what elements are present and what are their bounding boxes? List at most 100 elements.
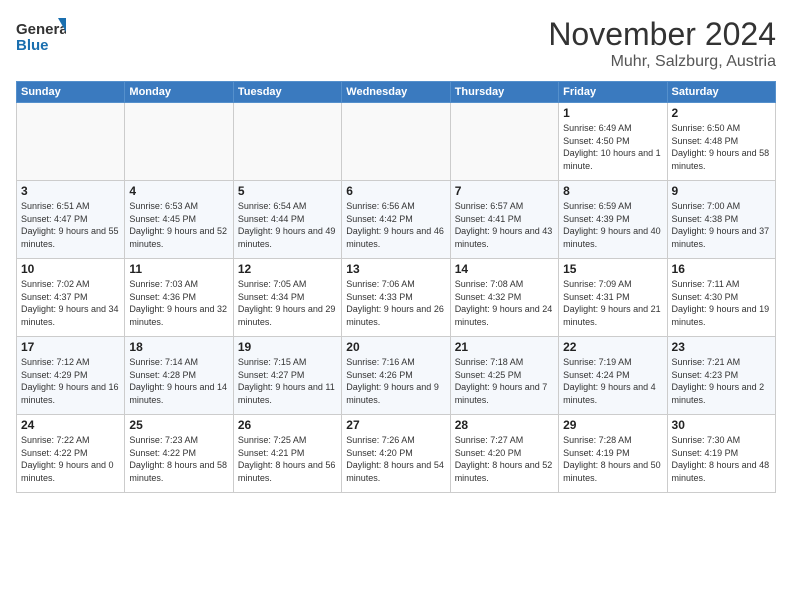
calendar-cell: 13 Sunrise: 7:06 AM Sunset: 4:33 PM Dayli…	[342, 259, 450, 337]
day-number: 26	[238, 418, 337, 432]
day-number: 14	[455, 262, 554, 276]
day-info: Sunrise: 6:49 AM Sunset: 4:50 PM Dayligh…	[563, 122, 662, 172]
day-number: 11	[129, 262, 228, 276]
day-number: 1	[563, 106, 662, 120]
day-number: 20	[346, 340, 445, 354]
calendar-cell: 21 Sunrise: 7:18 AM Sunset: 4:25 PM Dayli…	[450, 337, 558, 415]
calendar-cell: 16 Sunrise: 7:11 AM Sunset: 4:30 PM Dayli…	[667, 259, 775, 337]
day-info: Sunrise: 7:14 AM Sunset: 4:28 PM Dayligh…	[129, 356, 228, 406]
weekday-header-tuesday: Tuesday	[233, 82, 341, 103]
calendar-cell: 15 Sunrise: 7:09 AM Sunset: 4:31 PM Dayli…	[559, 259, 667, 337]
day-number: 24	[21, 418, 120, 432]
day-number: 30	[672, 418, 771, 432]
day-info: Sunrise: 6:56 AM Sunset: 4:42 PM Dayligh…	[346, 200, 445, 250]
day-info: Sunrise: 7:05 AM Sunset: 4:34 PM Dayligh…	[238, 278, 337, 328]
day-number: 21	[455, 340, 554, 354]
calendar-cell	[342, 103, 450, 181]
day-info: Sunrise: 7:27 AM Sunset: 4:20 PM Dayligh…	[455, 434, 554, 484]
calendar-cell: 19 Sunrise: 7:15 AM Sunset: 4:27 PM Dayli…	[233, 337, 341, 415]
day-info: Sunrise: 7:25 AM Sunset: 4:21 PM Dayligh…	[238, 434, 337, 484]
calendar-cell: 4 Sunrise: 6:53 AM Sunset: 4:45 PM Daylig…	[125, 181, 233, 259]
day-number: 17	[21, 340, 120, 354]
day-number: 8	[563, 184, 662, 198]
calendar-table: SundayMondayTuesdayWednesdayThursdayFrid…	[16, 81, 776, 493]
calendar-cell	[17, 103, 125, 181]
day-info: Sunrise: 7:22 AM Sunset: 4:22 PM Dayligh…	[21, 434, 120, 484]
day-info: Sunrise: 7:11 AM Sunset: 4:30 PM Dayligh…	[672, 278, 771, 328]
calendar-cell: 18 Sunrise: 7:14 AM Sunset: 4:28 PM Dayli…	[125, 337, 233, 415]
calendar-cell	[233, 103, 341, 181]
day-info: Sunrise: 7:21 AM Sunset: 4:23 PM Dayligh…	[672, 356, 771, 406]
calendar-cell: 30 Sunrise: 7:30 AM Sunset: 4:19 PM Dayli…	[667, 415, 775, 493]
calendar-week-2: 3Sunrise: 6:51 AM Sunset: 4:47 PM Daylig…	[17, 181, 776, 259]
calendar-cell: 1 Sunrise: 6:49 AM Sunset: 4:50 PM Daylig…	[559, 103, 667, 181]
day-info: Sunrise: 7:06 AM Sunset: 4:33 PM Dayligh…	[346, 278, 445, 328]
day-number: 12	[238, 262, 337, 276]
location-subtitle: Muhr, Salzburg, Austria	[548, 53, 776, 71]
weekday-header-row: SundayMondayTuesdayWednesdayThursdayFrid…	[17, 82, 776, 103]
calendar-cell: 10Sunrise: 7:02 AM Sunset: 4:37 PM Dayli…	[17, 259, 125, 337]
calendar-cell: 22Sunrise: 7:19 AM Sunset: 4:24 PM Dayli…	[559, 337, 667, 415]
day-number: 6	[346, 184, 445, 198]
day-number: 25	[129, 418, 228, 432]
day-number: 28	[455, 418, 554, 432]
day-info: Sunrise: 7:28 AM Sunset: 4:19 PM Dayligh…	[563, 434, 662, 484]
day-info: Sunrise: 7:19 AM Sunset: 4:24 PM Dayligh…	[563, 356, 662, 406]
day-number: 15	[563, 262, 662, 276]
calendar-cell	[450, 103, 558, 181]
calendar-week-4: 17Sunrise: 7:12 AM Sunset: 4:29 PM Dayli…	[17, 337, 776, 415]
day-info: Sunrise: 6:53 AM Sunset: 4:45 PM Dayligh…	[129, 200, 228, 250]
day-number: 5	[238, 184, 337, 198]
day-info: Sunrise: 6:57 AM Sunset: 4:41 PM Dayligh…	[455, 200, 554, 250]
logo: General Blue	[16, 16, 66, 61]
day-number: 18	[129, 340, 228, 354]
day-info: Sunrise: 6:50 AM Sunset: 4:48 PM Dayligh…	[672, 122, 771, 172]
day-info: Sunrise: 6:51 AM Sunset: 4:47 PM Dayligh…	[21, 200, 120, 250]
calendar-cell: 7 Sunrise: 6:57 AM Sunset: 4:41 PM Daylig…	[450, 181, 558, 259]
day-info: Sunrise: 7:18 AM Sunset: 4:25 PM Dayligh…	[455, 356, 554, 406]
day-number: 10	[21, 262, 120, 276]
calendar-header: SundayMondayTuesdayWednesdayThursdayFrid…	[17, 82, 776, 103]
calendar-cell: 12 Sunrise: 7:05 AM Sunset: 4:34 PM Dayli…	[233, 259, 341, 337]
page-header: General Blue November 2024 Muhr, Salzbur…	[16, 16, 776, 71]
day-number: 7	[455, 184, 554, 198]
calendar-cell: 17Sunrise: 7:12 AM Sunset: 4:29 PM Dayli…	[17, 337, 125, 415]
weekday-header-saturday: Saturday	[667, 82, 775, 103]
calendar-week-1: 1 Sunrise: 6:49 AM Sunset: 4:50 PM Daylig…	[17, 103, 776, 181]
day-number: 19	[238, 340, 337, 354]
calendar-cell: 5 Sunrise: 6:54 AM Sunset: 4:44 PM Daylig…	[233, 181, 341, 259]
calendar-cell: 8 Sunrise: 6:59 AM Sunset: 4:39 PM Daylig…	[559, 181, 667, 259]
logo-svg: General Blue	[16, 16, 66, 61]
day-number: 9	[672, 184, 771, 198]
day-info: Sunrise: 7:30 AM Sunset: 4:19 PM Dayligh…	[672, 434, 771, 484]
day-info: Sunrise: 7:09 AM Sunset: 4:31 PM Dayligh…	[563, 278, 662, 328]
calendar-week-3: 10Sunrise: 7:02 AM Sunset: 4:37 PM Dayli…	[17, 259, 776, 337]
day-info: Sunrise: 7:26 AM Sunset: 4:20 PM Dayligh…	[346, 434, 445, 484]
day-info: Sunrise: 6:54 AM Sunset: 4:44 PM Dayligh…	[238, 200, 337, 250]
calendar-cell: 25 Sunrise: 7:23 AM Sunset: 4:22 PM Dayli…	[125, 415, 233, 493]
calendar-cell: 24 Sunrise: 7:22 AM Sunset: 4:22 PM Dayli…	[17, 415, 125, 493]
svg-text:Blue: Blue	[16, 37, 49, 54]
day-number: 29	[563, 418, 662, 432]
calendar-cell: 6 Sunrise: 6:56 AM Sunset: 4:42 PM Daylig…	[342, 181, 450, 259]
weekday-header-wednesday: Wednesday	[342, 82, 450, 103]
calendar-cell: 14 Sunrise: 7:08 AM Sunset: 4:32 PM Dayli…	[450, 259, 558, 337]
calendar-cell: 20 Sunrise: 7:16 AM Sunset: 4:26 PM Dayli…	[342, 337, 450, 415]
calendar-cell: 9 Sunrise: 7:00 AM Sunset: 4:38 PM Daylig…	[667, 181, 775, 259]
day-number: 4	[129, 184, 228, 198]
day-number: 16	[672, 262, 771, 276]
calendar-cell: 3Sunrise: 6:51 AM Sunset: 4:47 PM Daylig…	[17, 181, 125, 259]
title-block: November 2024 Muhr, Salzburg, Austria	[548, 16, 776, 71]
weekday-header-monday: Monday	[125, 82, 233, 103]
day-info: Sunrise: 7:00 AM Sunset: 4:38 PM Dayligh…	[672, 200, 771, 250]
day-info: Sunrise: 7:15 AM Sunset: 4:27 PM Dayligh…	[238, 356, 337, 406]
day-info: Sunrise: 7:23 AM Sunset: 4:22 PM Dayligh…	[129, 434, 228, 484]
calendar-cell: 11Sunrise: 7:03 AM Sunset: 4:36 PM Dayli…	[125, 259, 233, 337]
calendar-cell: 26 Sunrise: 7:25 AM Sunset: 4:21 PM Dayli…	[233, 415, 341, 493]
calendar-cell: 27Sunrise: 7:26 AM Sunset: 4:20 PM Dayli…	[342, 415, 450, 493]
day-info: Sunrise: 6:59 AM Sunset: 4:39 PM Dayligh…	[563, 200, 662, 250]
calendar-week-5: 24 Sunrise: 7:22 AM Sunset: 4:22 PM Dayli…	[17, 415, 776, 493]
day-info: Sunrise: 7:16 AM Sunset: 4:26 PM Dayligh…	[346, 356, 445, 406]
day-info: Sunrise: 7:08 AM Sunset: 4:32 PM Dayligh…	[455, 278, 554, 328]
day-number: 13	[346, 262, 445, 276]
